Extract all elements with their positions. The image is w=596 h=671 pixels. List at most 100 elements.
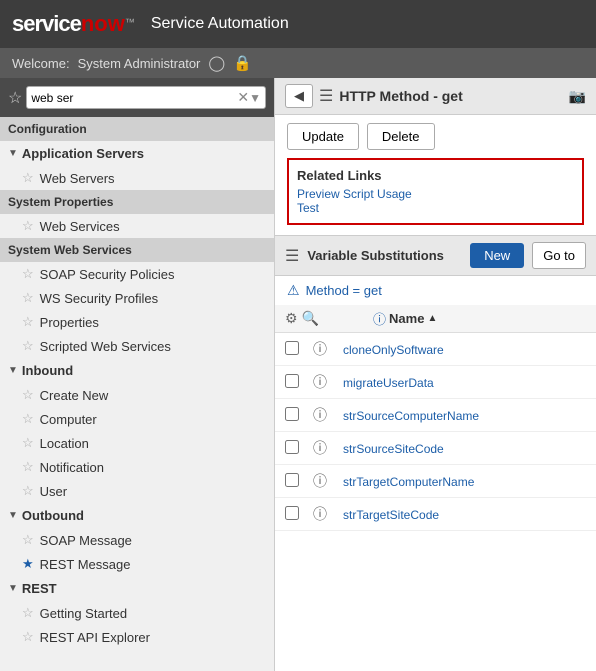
- user-icon[interactable]: ◯: [208, 54, 225, 72]
- sidebar-item-web-servers[interactable]: ☆ Web Servers: [0, 166, 274, 190]
- star-icon[interactable]: ☆: [22, 218, 34, 234]
- sidebar-item-create-new[interactable]: ☆ Create New: [0, 383, 274, 407]
- sidebar-item-notification[interactable]: ☆ Notification: [0, 455, 274, 479]
- search-dropdown-button[interactable]: ▼: [249, 91, 261, 105]
- star-icon[interactable]: ☆: [22, 459, 34, 475]
- main-layout: ☆ ✕ ▼ Configuration ▼ Application Server…: [0, 78, 596, 671]
- sidebar-item-label: Getting Started: [40, 606, 127, 621]
- new-button[interactable]: New: [470, 243, 524, 268]
- related-link-test[interactable]: Test: [297, 201, 574, 215]
- table-row: ⓘ strSourceSiteCode: [275, 432, 596, 465]
- star-icon[interactable]: ☆: [22, 411, 34, 427]
- back-button[interactable]: ◀: [285, 84, 313, 108]
- star-icon[interactable]: ☆: [22, 338, 34, 354]
- row-name-link[interactable]: strSourceComputerName: [343, 409, 479, 423]
- row-name: strSourceSiteCode: [343, 441, 586, 456]
- star-icon[interactable]: ☆: [22, 290, 34, 306]
- star-icon[interactable]: ☆: [22, 170, 34, 186]
- sidebar-item-label: Notification: [40, 460, 104, 475]
- sidebar-item-soap-message[interactable]: ☆ SOAP Message: [0, 528, 274, 552]
- star-icon[interactable]: ☆: [22, 483, 34, 499]
- related-links-box: Related Links Preview Script Usage Test: [287, 158, 584, 225]
- sidebar-group-label: Outbound: [22, 508, 84, 523]
- sidebar-item-rest-api-explorer[interactable]: ☆ REST API Explorer: [0, 625, 274, 649]
- row-name-link[interactable]: strTargetSiteCode: [343, 508, 439, 522]
- search-clear-button[interactable]: ✕: [237, 89, 249, 106]
- attachment-icon[interactable]: 📷: [569, 88, 586, 105]
- row-info[interactable]: ⓘ: [313, 504, 335, 524]
- row-name: strTargetComputerName: [343, 474, 586, 489]
- row-name-link[interactable]: cloneOnlySoftware: [343, 343, 444, 357]
- star-icon[interactable]: ☆: [22, 532, 34, 548]
- search-col-icon[interactable]: 🔍: [302, 310, 319, 327]
- logo: servicenow™: [12, 11, 135, 37]
- triangle-icon: ▼: [8, 510, 18, 521]
- row-checkbox-wrap: [285, 374, 305, 391]
- sidebar-section-configuration: Configuration: [0, 117, 274, 141]
- sidebar-item-ws-security[interactable]: ☆ WS Security Profiles: [0, 286, 274, 310]
- star-icon[interactable]: ☆: [22, 387, 34, 403]
- sidebar-group-outbound[interactable]: ▼ Outbound: [0, 503, 274, 528]
- row-checkbox[interactable]: [285, 473, 299, 487]
- row-info[interactable]: ⓘ: [313, 405, 335, 425]
- sidebar-group-label: Application Servers: [22, 146, 144, 161]
- star-icon-filled[interactable]: ★: [22, 556, 34, 572]
- sort-arrow-icon: ▲: [427, 313, 437, 324]
- star-icon[interactable]: ☆: [22, 314, 34, 330]
- sidebar-item-getting-started[interactable]: ☆ Getting Started: [0, 601, 274, 625]
- row-name-link[interactable]: strSourceSiteCode: [343, 442, 444, 456]
- row-checkbox[interactable]: [285, 440, 299, 454]
- row-name-link[interactable]: strTargetComputerName: [343, 475, 474, 489]
- star-icon[interactable]: ☆: [22, 629, 34, 645]
- row-info[interactable]: ⓘ: [313, 372, 335, 392]
- sidebar-item-soap-security[interactable]: ☆ SOAP Security Policies: [0, 262, 274, 286]
- sidebar-group-rest[interactable]: ▼ REST: [0, 576, 274, 601]
- triangle-icon: ▼: [8, 583, 18, 594]
- sidebar-item-scripted-web-services[interactable]: ☆ Scripted Web Services: [0, 334, 274, 358]
- search-input[interactable]: [31, 91, 237, 105]
- sidebar-items: Configuration ▼ Application Servers ☆ We…: [0, 117, 274, 649]
- sidebar: ☆ ✕ ▼ Configuration ▼ Application Server…: [0, 78, 275, 671]
- sidebar-item-label: REST Message: [40, 557, 131, 572]
- sidebar-group-inbound[interactable]: ▼ Inbound: [0, 358, 274, 383]
- star-icon[interactable]: ☆: [22, 266, 34, 282]
- sidebar-item-location[interactable]: ☆ Location: [0, 431, 274, 455]
- variable-substitutions-bar: ☰ Variable Substitutions New Go to: [275, 235, 596, 276]
- filter-icon[interactable]: ⚠: [287, 282, 300, 299]
- app-header: servicenow™ Service Automation: [0, 0, 596, 48]
- sidebar-item-user[interactable]: ☆ User: [0, 479, 274, 503]
- row-checkbox[interactable]: [285, 407, 299, 421]
- sidebar-item-label: Web Services: [40, 219, 120, 234]
- triangle-icon: ▼: [8, 365, 18, 376]
- welcome-label: Welcome:: [12, 56, 70, 71]
- sidebar-favorite-star[interactable]: ☆: [8, 88, 22, 108]
- delete-button[interactable]: Delete: [367, 123, 435, 150]
- row-info[interactable]: ⓘ: [313, 339, 335, 359]
- row-checkbox[interactable]: [285, 374, 299, 388]
- sidebar-item-computer[interactable]: ☆ Computer: [0, 407, 274, 431]
- gear-icon[interactable]: ⚙: [285, 310, 298, 327]
- sidebar-section-system-web-services: System Web Services: [0, 238, 274, 262]
- row-info[interactable]: ⓘ: [313, 438, 335, 458]
- star-icon[interactable]: ☆: [22, 605, 34, 621]
- search-area: ☆ ✕ ▼: [0, 78, 274, 117]
- related-link-preview-script[interactable]: Preview Script Usage: [297, 187, 574, 201]
- name-col-label: Name: [389, 311, 424, 326]
- filter-row: ⚠ Method = get: [275, 276, 596, 305]
- row-name-link[interactable]: migrateUserData: [343, 376, 434, 390]
- logo-now: now: [81, 11, 125, 36]
- star-icon[interactable]: ☆: [22, 435, 34, 451]
- row-name: strTargetSiteCode: [343, 507, 586, 522]
- goto-button[interactable]: Go to: [532, 242, 586, 269]
- row-checkbox[interactable]: [285, 506, 299, 520]
- lock-icon[interactable]: 🔒: [233, 54, 252, 72]
- row-checkbox[interactable]: [285, 341, 299, 355]
- sidebar-item-label: Properties: [40, 315, 99, 330]
- sidebar-item-web-services[interactable]: ☆ Web Services: [0, 214, 274, 238]
- column-header-name[interactable]: ⓘ Name ▲: [373, 309, 437, 328]
- row-info[interactable]: ⓘ: [313, 471, 335, 491]
- sidebar-group-application-servers[interactable]: ▼ Application Servers: [0, 141, 274, 166]
- sidebar-item-properties[interactable]: ☆ Properties: [0, 310, 274, 334]
- sidebar-item-rest-message[interactable]: ★ REST Message: [0, 552, 274, 576]
- update-button[interactable]: Update: [287, 123, 359, 150]
